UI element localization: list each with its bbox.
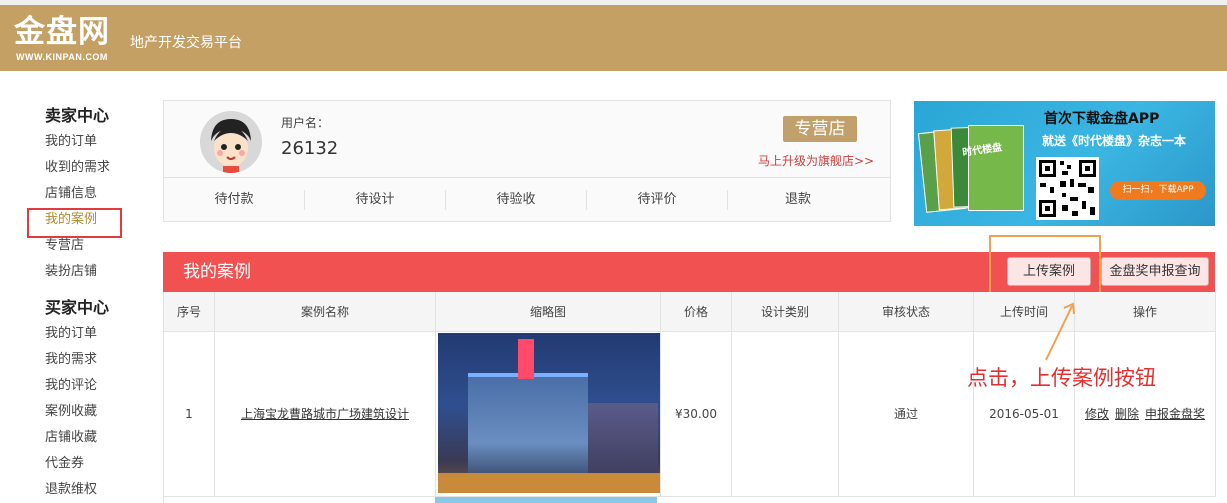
column-header: 价格 bbox=[661, 292, 732, 331]
delete-case-link[interactable]: 删除 bbox=[1115, 407, 1139, 421]
active-item-highlight bbox=[27, 208, 122, 238]
avatar-face-icon bbox=[200, 111, 262, 173]
site-header: 金盘网 WWW.KINPAN.COM 地产开发交易平台 bbox=[0, 5, 1227, 71]
column-header: 设计类别 bbox=[732, 292, 839, 331]
sidebar-item-my-reviews[interactable]: 我的评论 bbox=[45, 373, 155, 399]
sidebar-item-refund-rights[interactable]: 退款维权 bbox=[45, 477, 155, 503]
tab-pending-design[interactable]: 待设计 bbox=[305, 178, 445, 222]
annotation-text: 点击，上传案例按钮 bbox=[967, 366, 1156, 390]
case-review-status: 通过 bbox=[839, 332, 974, 496]
order-status-tabs: 待付款 待设计 待验收 待评价 退款 bbox=[164, 178, 890, 222]
username-label: 用户名： bbox=[281, 116, 330, 130]
row-index: 1 bbox=[164, 332, 215, 496]
scan-download-button[interactable]: 扫一扫，下载APP bbox=[1110, 181, 1206, 200]
case-price: ¥30.00 bbox=[661, 332, 732, 496]
app-download-banner[interactable]: 时代楼盘 首次下载金盘APP 就送《时代楼盘》杂志一本 扫一扫，下载APP bbox=[914, 101, 1215, 226]
apply-award-link[interactable]: 申报金盘奖 bbox=[1145, 407, 1205, 421]
sidebar-item-my-requests[interactable]: 我的需求 bbox=[45, 347, 155, 373]
profile-card: 用户名： 26132 专营店 马上升级为旗舰店>> 待付款 待设计 待验收 待评… bbox=[163, 100, 891, 222]
case-thumbnail[interactable] bbox=[438, 333, 660, 493]
sidebar-item-decorate-store[interactable]: 装扮店铺 bbox=[45, 259, 155, 285]
banner-subtitle: 就送《时代楼盘》杂志一本 bbox=[1042, 134, 1187, 148]
tab-refund[interactable]: 退款 bbox=[728, 178, 868, 222]
store-type-badge: 专营店 bbox=[783, 116, 857, 142]
sidebar-item-vouchers[interactable]: 代金券 bbox=[45, 451, 155, 477]
buyer-center-title: 买家中心 bbox=[45, 298, 110, 317]
section-title: 我的案例 bbox=[183, 262, 251, 282]
sidebar-item-seller-orders[interactable]: 我的订单 bbox=[45, 129, 155, 155]
column-header: 缩略图 bbox=[436, 292, 661, 331]
case-category bbox=[732, 332, 839, 496]
annotation-arrow-icon bbox=[1045, 302, 1075, 361]
award-query-button[interactable]: 金盘奖申报查询 bbox=[1101, 257, 1209, 286]
upgrade-flagship-link[interactable]: 马上升级为旗舰店>> bbox=[758, 152, 874, 169]
column-header: 操作 bbox=[1075, 292, 1216, 331]
edit-case-link[interactable]: 修改 bbox=[1085, 407, 1109, 421]
tab-pending-payment[interactable]: 待付款 bbox=[164, 178, 304, 222]
qr-code-icon bbox=[1036, 157, 1099, 220]
tab-pending-review[interactable]: 待评价 bbox=[587, 178, 727, 222]
case-name-link[interactable]: 上海宝龙曹路城市广场建筑设计 bbox=[241, 407, 409, 421]
seller-center-title: 卖家中心 bbox=[45, 106, 110, 125]
sidebar-item-buyer-orders[interactable]: 我的订单 bbox=[45, 321, 155, 347]
sidebar-item-received-requests[interactable]: 收到的需求 bbox=[45, 155, 155, 181]
sidebar: 卖家中心 我的订单 收到的需求 店铺信息 我的案例 专营店 装扮店铺 买家中心 … bbox=[45, 103, 155, 503]
banner-title: 首次下载金盘APP bbox=[1044, 111, 1160, 127]
column-header: 序号 bbox=[164, 292, 215, 331]
site-logo-url: WWW.KINPAN.COM bbox=[16, 52, 108, 62]
username-value: 26132 bbox=[281, 138, 339, 159]
sidebar-item-store-favorites[interactable]: 店铺收藏 bbox=[45, 425, 155, 451]
site-tagline: 地产开发交易平台 bbox=[130, 35, 242, 51]
column-header: 案例名称 bbox=[215, 292, 436, 331]
sidebar-item-store-info[interactable]: 店铺信息 bbox=[45, 181, 155, 207]
next-row-thumbnail bbox=[435, 497, 657, 503]
tab-pending-acceptance[interactable]: 待验收 bbox=[446, 178, 586, 222]
sidebar-item-case-favorites[interactable]: 案例收藏 bbox=[45, 399, 155, 425]
site-logo[interactable]: 金盘网 bbox=[14, 15, 110, 49]
column-header: 审核状态 bbox=[839, 292, 974, 331]
avatar bbox=[200, 111, 262, 173]
